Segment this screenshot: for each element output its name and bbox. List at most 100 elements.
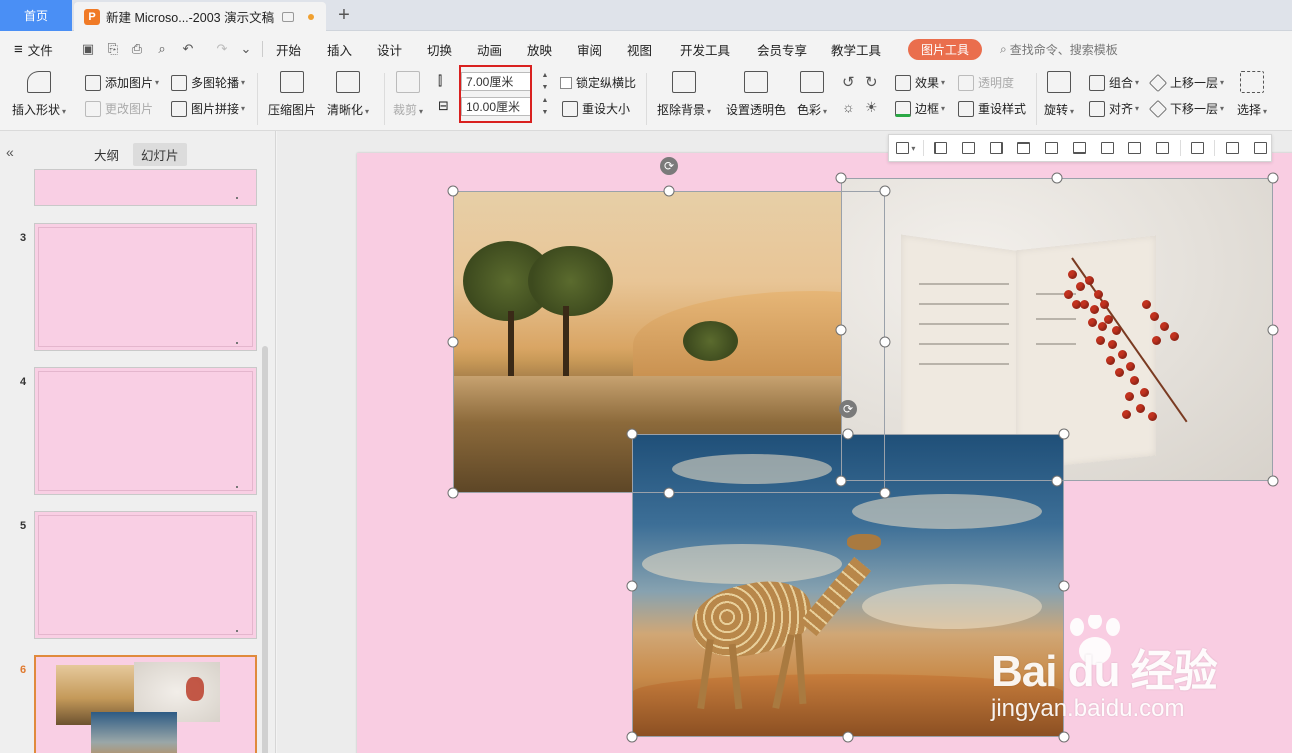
resize-handle[interactable]	[879, 336, 891, 348]
rotate-left-icon[interactable]: ↺	[842, 73, 855, 91]
color-button[interactable]: 色彩 ▾	[797, 71, 827, 118]
resize-handle[interactable]	[1051, 475, 1063, 487]
picture-collage-button[interactable]: 图片拼接 ▾	[171, 100, 245, 117]
menu-item-developer[interactable]: 开发工具	[680, 31, 730, 67]
rotate-right-icon[interactable]: ↻	[865, 73, 878, 91]
add-picture-button[interactable]: 添加图片 ▾	[85, 74, 159, 91]
bring-to-front-icon[interactable]	[1221, 138, 1243, 158]
crop-button[interactable]: 裁剪 ▾	[393, 71, 423, 118]
collapse-panel-icon[interactable]: «	[6, 144, 14, 160]
sharpen-button[interactable]: 清晰化 ▾	[327, 71, 369, 118]
screen-icon[interactable]	[282, 11, 295, 22]
redo-icon[interactable]: ↷	[214, 41, 230, 57]
align-bottom-icon[interactable]	[1069, 138, 1091, 158]
align-slide-icon[interactable]	[1096, 138, 1118, 158]
menu-item-teaching[interactable]: 教学工具	[831, 31, 881, 67]
bring-forward-button[interactable]: 上移一层 ▾	[1148, 73, 1224, 92]
resize-handle[interactable]	[447, 487, 459, 499]
send-backward-button[interactable]: 下移一层 ▾	[1148, 99, 1224, 118]
search-commands[interactable]: ⌕ 查找命令、搜索模板	[1000, 31, 1118, 67]
resize-handle[interactable]	[1058, 580, 1070, 591]
insert-shape-button[interactable]: 插入形状 ▾	[12, 71, 66, 118]
resize-handle[interactable]	[447, 185, 459, 197]
resize-handle[interactable]	[835, 324, 847, 335]
menu-item-member[interactable]: 会员专享	[757, 31, 807, 67]
slide-thumbnail-5[interactable]	[34, 511, 257, 639]
slide-thumbnail-3[interactable]	[34, 223, 257, 351]
slide-thumbnail-4[interactable]	[34, 367, 257, 495]
align-center-icon[interactable]	[958, 138, 980, 158]
resize-handle[interactable]	[626, 731, 638, 743]
tab-outline[interactable]: 大纲	[86, 143, 127, 166]
set-transparent-color-button[interactable]: 设置透明色	[726, 71, 786, 118]
resize-handle[interactable]	[1051, 172, 1063, 184]
rotate-handle-icon[interactable]: ⟳	[660, 157, 678, 175]
tab-slides[interactable]: 幻灯片	[133, 143, 187, 166]
resize-handle[interactable]	[835, 475, 847, 487]
align-top-icon[interactable]	[1013, 138, 1035, 158]
menu-item-design[interactable]: 设计	[377, 31, 402, 67]
print-icon[interactable]: ⎙	[129, 41, 145, 57]
more-layout-icon[interactable]	[1249, 138, 1271, 158]
align-left-icon[interactable]	[930, 138, 952, 158]
menu-item-animation[interactable]: 动画	[477, 31, 502, 67]
rotate-button[interactable]: 旋转 ▾	[1044, 71, 1074, 118]
rotate-handle-icon[interactable]: ⟳	[839, 400, 857, 418]
brightness-down-icon[interactable]: ☀	[865, 99, 878, 116]
effects-button[interactable]: 效果 ▾	[895, 74, 945, 91]
layout-dropdown-icon[interactable]: ▾	[895, 138, 917, 158]
remove-background-button[interactable]: 抠除背景 ▾	[657, 71, 711, 118]
tab-document[interactable]: P 新建 Microso...-2003 演示文稿	[74, 2, 326, 31]
file-menu[interactable]: ≡ 文件	[14, 31, 53, 67]
multi-carousel-button[interactable]: 多图轮播 ▾	[171, 74, 245, 91]
brightness-up-icon[interactable]: ☼	[842, 99, 855, 115]
distribute-horizontal-icon[interactable]	[1124, 138, 1146, 158]
resize-handle[interactable]	[626, 580, 638, 591]
resize-handle[interactable]	[663, 185, 675, 197]
resize-handle[interactable]	[842, 428, 854, 440]
menu-item-view[interactable]: 视图	[627, 31, 652, 67]
height-stepper[interactable]: ▲ ▼	[539, 72, 551, 91]
group-objects-icon[interactable]	[1187, 138, 1209, 158]
reset-style-button[interactable]: 重设样式	[958, 100, 1026, 117]
resize-handle[interactable]	[835, 172, 847, 184]
menu-item-slideshow[interactable]: 放映	[527, 31, 552, 67]
lock-ratio-checkbox[interactable]: 锁定纵横比	[560, 74, 636, 91]
resize-handle[interactable]	[1267, 475, 1279, 487]
resize-handle[interactable]	[879, 487, 891, 499]
resize-handle[interactable]	[879, 185, 891, 197]
panel-scrollbar[interactable]	[262, 346, 268, 753]
align-right-icon[interactable]	[985, 138, 1007, 158]
resize-handle[interactable]	[842, 731, 854, 743]
print-preview-icon[interactable]: ⌕	[154, 41, 170, 57]
resize-handle[interactable]	[1058, 428, 1070, 440]
resize-handle[interactable]	[1267, 172, 1279, 184]
transparency-button[interactable]: 透明度	[958, 74, 1014, 91]
menu-item-review[interactable]: 审阅	[577, 31, 602, 67]
menu-item-transition[interactable]: 切换	[427, 31, 452, 67]
reset-size-button[interactable]: 重设大小	[562, 100, 630, 117]
group-button[interactable]: 组合 ▾	[1089, 74, 1139, 91]
export-pdf-icon[interactable]: ⎘	[105, 41, 121, 57]
new-tab-button[interactable]: +	[334, 4, 354, 26]
resize-handle[interactable]	[447, 336, 459, 348]
resize-handle[interactable]	[1267, 324, 1279, 335]
resize-handle[interactable]	[663, 487, 675, 499]
slide-thumbnail-6[interactable]	[34, 655, 257, 753]
compress-picture-button[interactable]: 压缩图片	[268, 71, 316, 118]
resize-handle[interactable]	[1058, 731, 1070, 743]
change-picture-button[interactable]: 更改图片	[85, 100, 153, 117]
select-button[interactable]: 选择 ▾	[1237, 71, 1267, 118]
border-button[interactable]: 边框 ▾	[895, 100, 945, 117]
save-icon[interactable]: ▣	[80, 41, 96, 57]
quick-access-dropdown-icon[interactable]: ⌄	[238, 41, 254, 57]
menu-item-insert[interactable]: 插入	[327, 31, 352, 67]
undo-icon[interactable]: ↶	[180, 41, 196, 57]
slide-thumbnail-2[interactable]	[34, 169, 257, 206]
menu-item-picture-tools[interactable]: 图片工具	[908, 39, 982, 60]
align-button[interactable]: 对齐 ▾	[1089, 100, 1139, 117]
distribute-vertical-icon[interactable]	[1152, 138, 1174, 158]
align-middle-icon[interactable]	[1041, 138, 1063, 158]
resize-handle[interactable]	[626, 428, 638, 440]
width-stepper[interactable]: ▲ ▼	[539, 97, 551, 116]
